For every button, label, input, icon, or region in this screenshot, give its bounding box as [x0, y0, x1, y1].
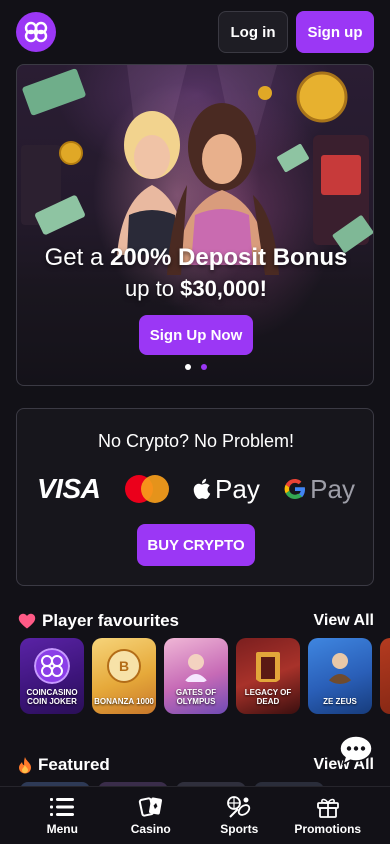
hero-sub-prefix: up to	[125, 276, 181, 301]
nav-item-sports[interactable]: Sports	[199, 795, 279, 836]
login-button[interactable]: Log in	[218, 11, 288, 53]
apple-pay-logo: Pay	[193, 474, 260, 505]
favourites-header: Player favourites View All	[18, 609, 374, 633]
carousel-dot-1[interactable]	[185, 364, 191, 370]
payment-methods: VISA Pay Pay	[37, 471, 355, 507]
game-tile-ze-zeus[interactable]: ZE ZEUS	[308, 638, 372, 714]
nav-item-casino[interactable]: Casino	[111, 795, 191, 836]
nav-label: Sports	[220, 822, 259, 836]
hero-title: Get a 200% Deposit Bonus	[17, 243, 373, 273]
carousel-dots	[17, 364, 373, 370]
signup-button[interactable]: Sign up	[296, 11, 374, 53]
carousel-dot-2[interactable]	[201, 364, 207, 370]
nav-label: Menu	[46, 822, 78, 836]
tomb-door-icon	[256, 652, 280, 682]
game-tile-gates-of-olympus[interactable]: GATES OF OLYMPUS	[164, 638, 228, 714]
game-label: ZE ZEUS	[323, 697, 357, 706]
favourites-view-all-link[interactable]: View All	[314, 612, 374, 630]
google-pay-text: Pay	[310, 473, 355, 504]
hero-sub-amount: $30,000!	[180, 276, 267, 301]
hero-subtitle: up to $30,000!	[17, 275, 373, 303]
game-tile-coin-joker[interactable]: COINCASINO COIN JOKER	[20, 638, 84, 714]
fire-icon	[19, 757, 31, 774]
menu-icon	[50, 798, 75, 816]
chat-support-icon[interactable]	[338, 734, 374, 766]
header-actions: Log in Sign up	[218, 11, 374, 53]
apple-icon	[193, 478, 211, 499]
zeus-character-icon	[326, 653, 354, 684]
nav-label: Promotions	[294, 822, 362, 836]
favourites-carousel[interactable]: COINCASINO COIN JOKER B BONANZA 1000 GAT…	[20, 638, 390, 714]
featured-header: Featured View All	[18, 753, 374, 777]
favourites-title: Player favourites	[18, 611, 179, 631]
coincasino-logo-icon	[34, 648, 70, 684]
gift-icon	[316, 798, 339, 818]
top-header: Log in Sign up	[0, 0, 390, 64]
featured-title-text: Featured	[38, 755, 110, 774]
promo-banner[interactable]: Get a 200% Deposit Bonus up to $30,000! …	[16, 64, 374, 386]
game-tile-legacy-of-dead[interactable]: LEGACY OF DEAD	[236, 638, 300, 714]
google-g-icon	[284, 479, 306, 499]
favourites-title-text: Player favourites	[42, 611, 180, 630]
google-pay-logo: Pay	[284, 474, 355, 505]
buy-crypto-button[interactable]: BUY CRYPTO	[137, 524, 255, 566]
heart-icon	[18, 613, 36, 629]
nav-item-menu[interactable]: Menu	[22, 795, 102, 836]
bottom-navigation: Menu Casino Sports Promotions	[0, 786, 390, 844]
game-label: LEGACY OF DEAD	[244, 688, 292, 706]
featured-title: Featured	[18, 755, 110, 775]
visa-logo: VISA	[37, 473, 101, 504]
cards-icon	[138, 797, 162, 817]
mastercard-logo	[124, 475, 169, 503]
sports-icon	[227, 796, 251, 818]
zeus-figure-icon	[184, 654, 208, 682]
nav-label: Casino	[130, 822, 171, 836]
hero-title-prefix: Get a	[44, 244, 110, 271]
game-label: COINCASINO COIN JOKER	[26, 688, 78, 706]
crypto-title: No Crypto? No Problem!	[97, 431, 295, 451]
game-tile-bonanza[interactable]: B BONANZA 1000	[92, 638, 156, 714]
sign-up-now-button[interactable]: Sign Up Now	[139, 315, 253, 355]
buy-crypto-card: No Crypto? No Problem! VISA Pay Pay BUY …	[16, 408, 374, 586]
game-tile-partial[interactable]	[380, 638, 390, 714]
coincasino-logo-icon[interactable]	[16, 12, 56, 52]
svg-text:B: B	[119, 658, 129, 674]
apple-pay-text: Pay	[215, 473, 260, 504]
bonanza-logo-icon: B	[107, 649, 141, 683]
game-label: GATES OF OLYMPUS	[175, 688, 217, 706]
game-label: BONANZA 1000	[94, 697, 154, 706]
hero-title-bold: 200% Deposit Bonus	[109, 244, 348, 271]
nav-item-promotions[interactable]: Promotions	[288, 795, 368, 836]
